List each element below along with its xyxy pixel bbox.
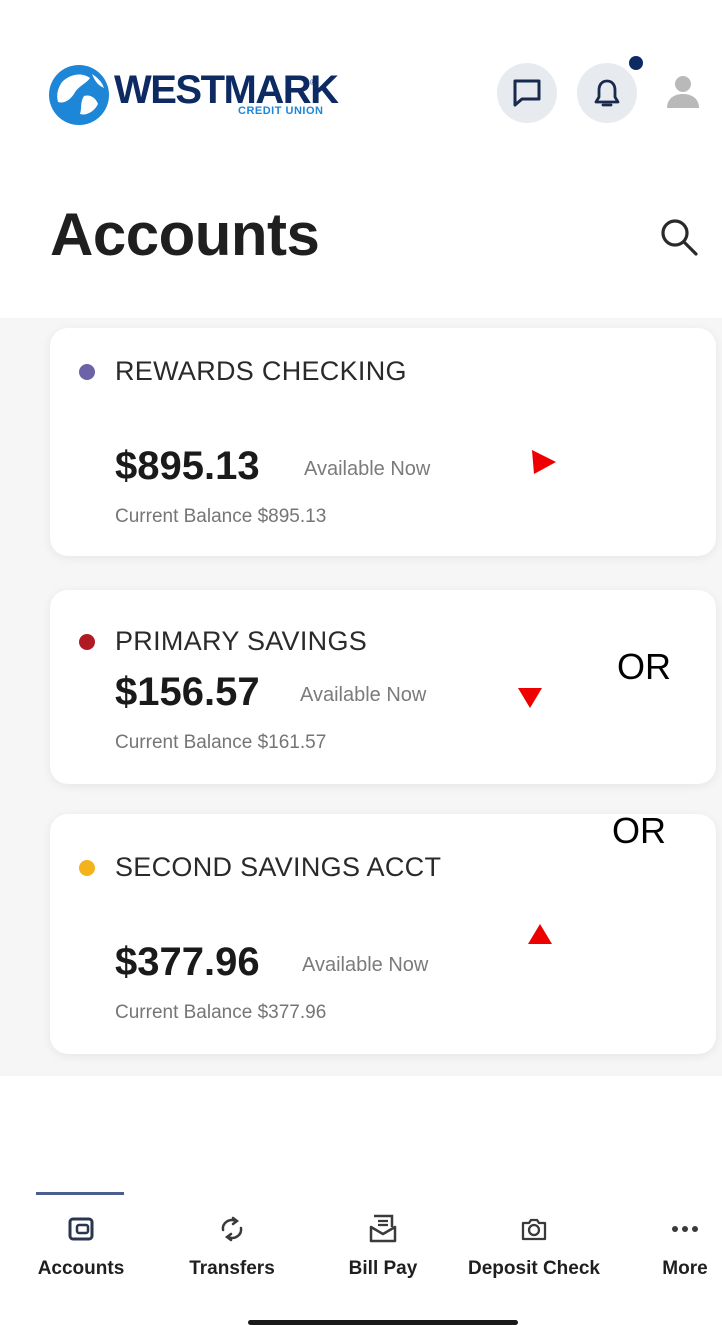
- or-annotation: OR: [612, 810, 666, 851]
- globe-icon: [49, 65, 109, 125]
- or-annotation: OR: [617, 646, 671, 687]
- home-indicator: [248, 1320, 518, 1325]
- nav-label: Bill Pay: [348, 1258, 418, 1279]
- available-label: Available Now: [300, 684, 427, 706]
- chat-icon: [513, 79, 541, 107]
- westmark-logo: WESTMARK ® CREDIT UNION: [48, 64, 339, 126]
- available-label: Available Now: [304, 458, 431, 480]
- triangle-up-icon: [528, 924, 552, 944]
- brand-tagline: CREDIT UNION: [238, 105, 324, 117]
- nav-label: Deposit Check: [468, 1258, 600, 1279]
- chat-button[interactable]: [497, 63, 557, 123]
- active-tab-indicator: [36, 1192, 124, 1195]
- account-color-dot: [79, 634, 95, 650]
- nav-more[interactable]: More: [654, 1212, 716, 1280]
- current-balance: Current Balance $895.13: [115, 506, 327, 527]
- account-color-dot: [79, 860, 95, 876]
- account-name: REWARDS CHECKING: [115, 356, 407, 386]
- nav-label: Accounts: [37, 1258, 125, 1279]
- nav-deposit-check[interactable]: Deposit Check: [458, 1212, 610, 1280]
- brand-trademark: ®: [310, 78, 316, 87]
- page-title: Accounts: [50, 201, 320, 268]
- account-name: PRIMARY SAVINGS: [115, 626, 368, 656]
- account-available-amount: $156.57: [115, 670, 260, 714]
- notification-badge: [629, 56, 643, 70]
- available-label: Available Now: [302, 954, 429, 976]
- more-icon: [672, 1226, 698, 1232]
- triangle-right-icon: [532, 450, 556, 474]
- account-available-amount: $377.96: [115, 940, 260, 984]
- bill-icon: [369, 1214, 397, 1243]
- notifications-button[interactable]: [577, 63, 637, 123]
- nav-accounts[interactable]: Accounts: [32, 1212, 130, 1280]
- search-icon[interactable]: [656, 214, 702, 260]
- account-available-amount: $895.13: [115, 444, 260, 488]
- nav-label: Transfers: [189, 1258, 275, 1279]
- nav-bill-pay[interactable]: Bill Pay: [338, 1212, 428, 1280]
- profile-icon[interactable]: [663, 72, 703, 112]
- wallet-icon: [68, 1217, 94, 1241]
- transfer-icon: [221, 1216, 243, 1242]
- account-name: SECOND SAVINGS ACCT: [115, 852, 442, 882]
- account-color-dot: [79, 364, 95, 380]
- nav-transfers[interactable]: Transfers: [180, 1212, 284, 1280]
- triangle-down-icon: [518, 688, 542, 708]
- camera-icon: [521, 1218, 547, 1241]
- current-balance: Current Balance $161.57: [115, 732, 327, 753]
- bell-icon: [594, 79, 620, 107]
- nav-label: More: [662, 1258, 708, 1279]
- account-card-rewards-checking[interactable]: REWARDS CHECKING $895.13 Available Now C…: [50, 328, 716, 556]
- current-balance: Current Balance $377.96: [115, 1002, 327, 1023]
